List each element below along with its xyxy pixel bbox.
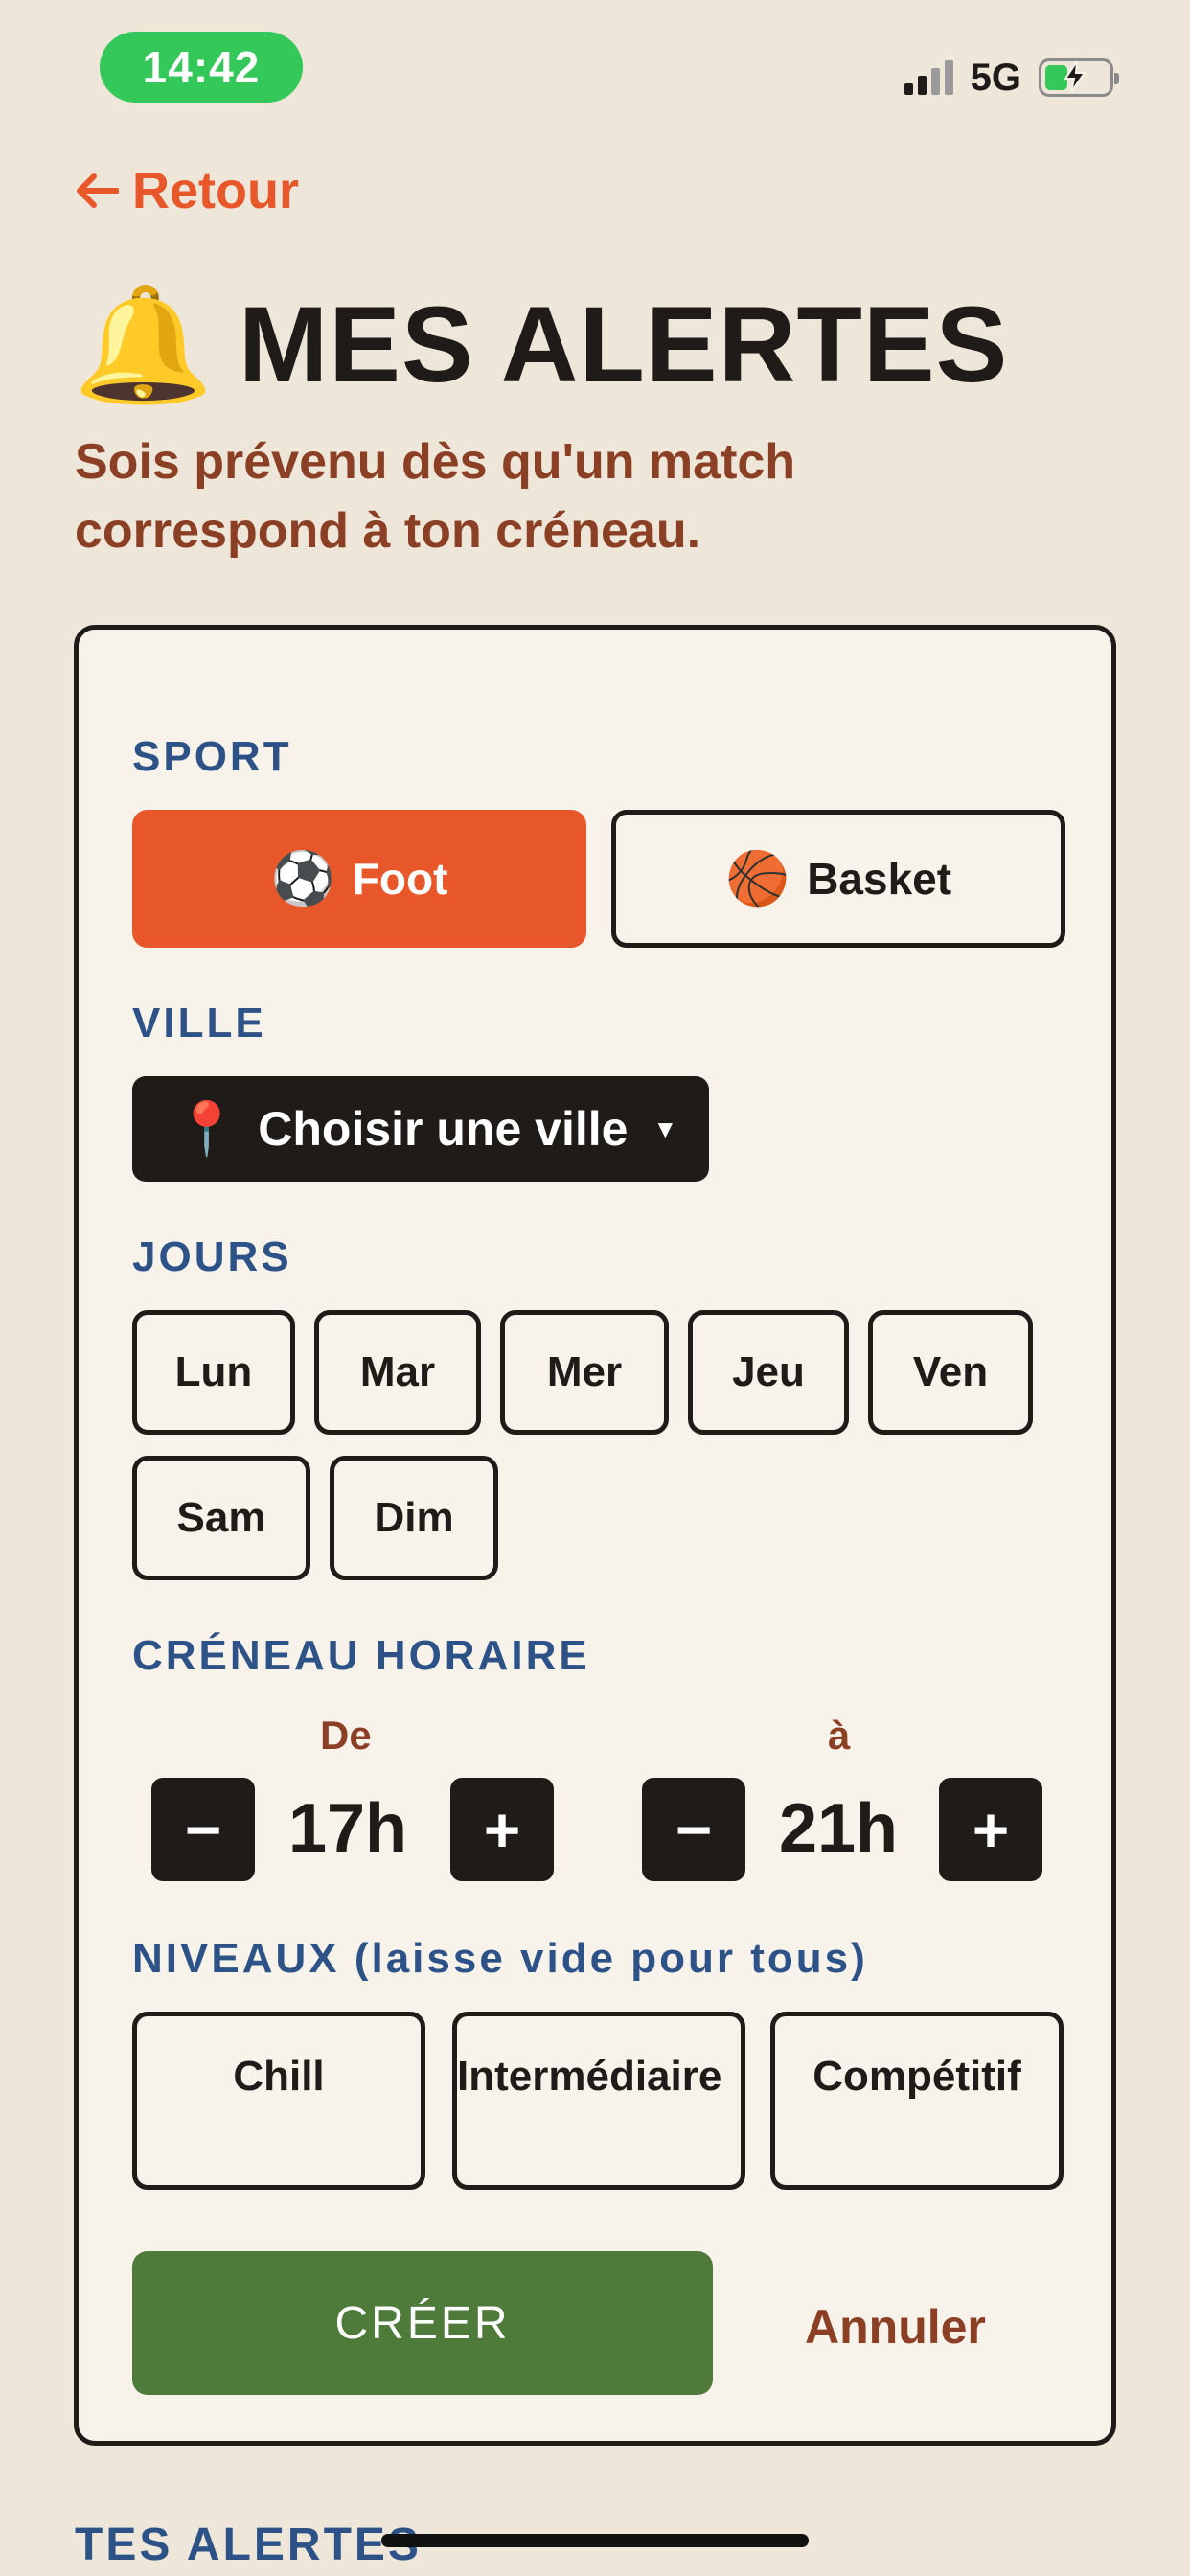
level-label: Chill (233, 2053, 325, 2100)
page-title: MES ALERTES (238, 285, 1009, 404)
day-option-ven[interactable]: Ven (868, 1310, 1033, 1435)
sport-option-basket[interactable]: 🏀 Basket (611, 810, 1065, 948)
day-label: Mar (359, 1348, 436, 1395)
sport-option-foot[interactable]: ⚽ Foot (132, 810, 586, 948)
pin-icon: 📍 (174, 1100, 240, 1158)
charging-bolt-icon (1064, 60, 1087, 93)
day-label: Sam (176, 1494, 266, 1541)
arrow-left-icon (77, 173, 119, 208)
time-slot-label: CRÉNEAU HORAIRE (132, 1632, 590, 1679)
day-label: Lun (174, 1348, 253, 1395)
level-label: Compétitif (812, 2053, 1021, 2100)
day-label: Jeu (732, 1348, 805, 1395)
sport-option-label: Basket (807, 854, 952, 904)
minus-icon: − (184, 1794, 222, 1865)
create-button-label: CRÉER (334, 2297, 511, 2349)
chevron-down-icon: ▼ (652, 1114, 678, 1143)
time-from-value: 17h (287, 1790, 408, 1867)
cancel-button[interactable]: Annuler (805, 2299, 986, 2355)
time-to-increment-button[interactable]: + (939, 1778, 1042, 1881)
level-label: Intermédiaire (457, 2053, 722, 2100)
day-option-mar[interactable]: Mar (314, 1310, 481, 1435)
day-label: Ven (912, 1348, 989, 1395)
time-from-label: De (320, 1713, 372, 1758)
day-option-dim[interactable]: Dim (330, 1456, 498, 1580)
page-header: 🔔 MES ALERTES (73, 283, 1008, 406)
soccer-ball-icon: ⚽ (270, 850, 335, 908)
minus-icon: − (675, 1794, 713, 1865)
level-option-intermediaire[interactable]: Intermédiaire (452, 2012, 745, 2190)
days-label: JOURS (132, 1233, 292, 1280)
city-select-value: Choisir une ville (258, 1102, 629, 1156)
time-from-increment-button[interactable]: + (450, 1778, 554, 1881)
day-option-lun[interactable]: Lun (132, 1310, 295, 1435)
status-icons: 5G (904, 54, 1119, 102)
day-option-sam[interactable]: Sam (132, 1456, 310, 1580)
create-button[interactable]: CRÉER (132, 2251, 713, 2395)
level-option-competitif[interactable]: Compétitif (770, 2012, 1064, 2190)
back-button[interactable]: Retour (75, 161, 299, 220)
alert-form-card: SPORT ⚽ Foot 🏀 Basket VILLE 📍 Choisir un… (74, 625, 1116, 2446)
level-option-chill[interactable]: Chill (132, 2012, 425, 2190)
day-option-jeu[interactable]: Jeu (688, 1310, 849, 1435)
plus-icon: + (972, 1794, 1010, 1865)
sport-label: SPORT (132, 733, 292, 780)
day-label: Dim (374, 1494, 454, 1541)
sport-option-label: Foot (352, 854, 448, 904)
city-label: VILLE (132, 1000, 266, 1046)
page-subtitle: Sois prévenu dès qu'un match correspond … (75, 434, 796, 559)
plus-icon: + (483, 1794, 521, 1865)
alerts-list-heading: TES ALERTES (75, 2519, 422, 2570)
bell-icon: 🔔 (73, 281, 214, 408)
back-label: Retour (132, 162, 299, 219)
home-indicator[interactable] (381, 2534, 809, 2547)
time-to-decrement-button[interactable]: − (642, 1778, 745, 1881)
signal-icon (904, 60, 953, 95)
status-time: 14:42 (100, 32, 303, 103)
city-select[interactable]: 📍 Choisir une ville ▼ (132, 1076, 709, 1182)
day-label: Mer (546, 1348, 623, 1395)
time-to-value: 21h (778, 1790, 899, 1867)
time-to-label: à (828, 1713, 851, 1758)
battery-icon (1039, 58, 1119, 97)
day-option-mer[interactable]: Mer (500, 1310, 669, 1435)
time-from-decrement-button[interactable]: − (151, 1778, 255, 1881)
levels-label: NIVEAUX (laisse vide pour tous) (132, 1935, 868, 1982)
basketball-icon: 🏀 (724, 850, 790, 908)
network-label: 5G (970, 56, 1021, 99)
